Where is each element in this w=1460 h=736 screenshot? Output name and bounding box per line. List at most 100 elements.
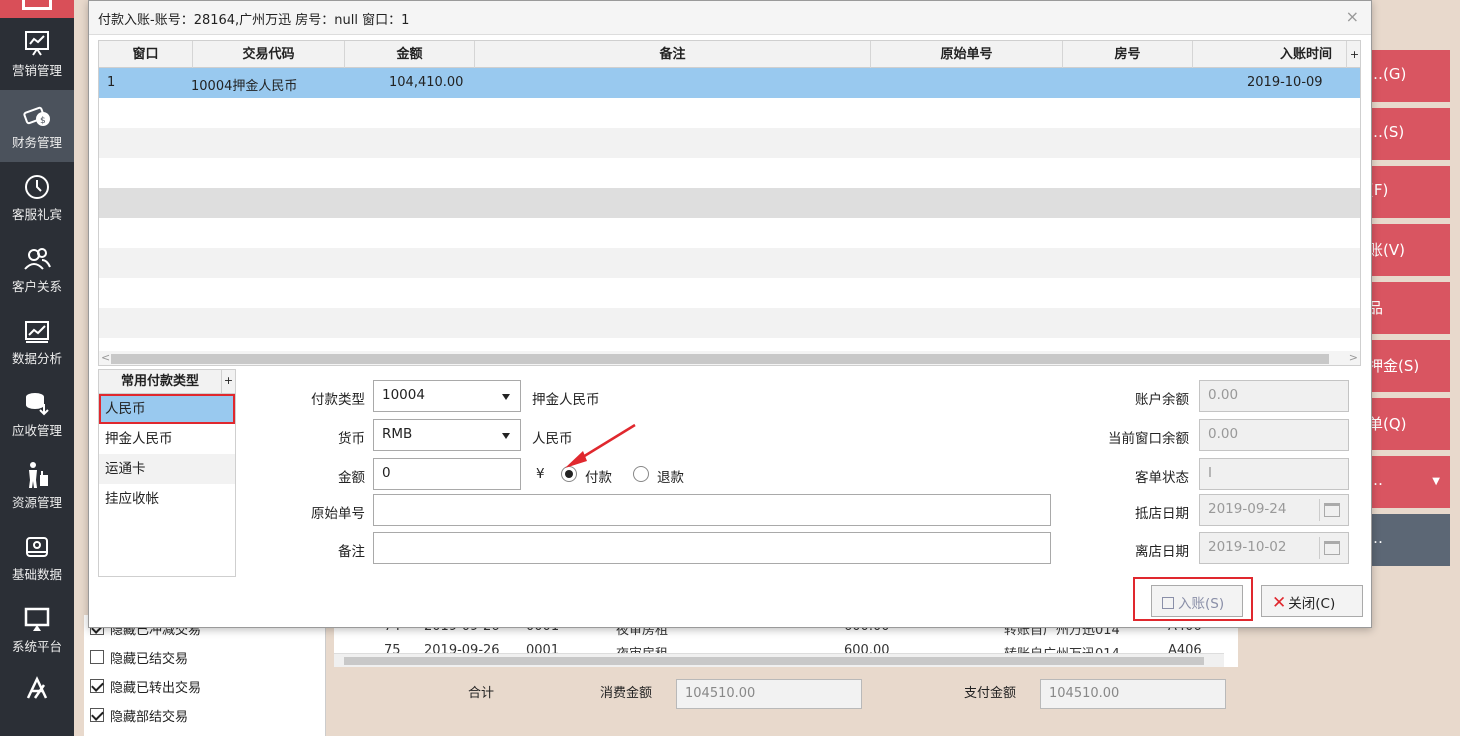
table-row[interactable]: 1 10004押金人民币 104,410.00 2019-10-09	[99, 68, 1360, 98]
sidebar-item-label: 客服礼宾	[11, 207, 62, 222]
close-icon: ✕	[1272, 593, 1287, 613]
empty-row	[99, 278, 1360, 308]
amount-input[interactable]: 0	[373, 458, 521, 490]
payment-type-deposit-rmb[interactable]: 押金人民币	[99, 424, 235, 454]
empty-row	[99, 248, 1360, 278]
col-window[interactable]: 窗口	[99, 41, 193, 68]
col-amount[interactable]: 金额	[345, 41, 475, 68]
checkbox-label: 隐藏已结交易	[110, 651, 189, 667]
right-action-button-8[interactable]: … ▼	[1366, 456, 1450, 508]
brand-mark-icon	[26, 676, 48, 699]
add-icon[interactable]: +	[221, 370, 235, 393]
orig-no-input[interactable]	[373, 494, 1051, 526]
checkbox[interactable]	[90, 708, 104, 722]
line-chart-icon	[25, 321, 49, 343]
payment-type-receivable[interactable]: 挂应收帐	[99, 484, 235, 514]
dialog-title: 付款入账-账号：28164,广州万迅 房号：null 窗口：1	[98, 13, 410, 28]
users-icon	[24, 248, 51, 270]
highlight-box	[1133, 577, 1253, 621]
scroll-right-icon[interactable]: >	[1349, 351, 1358, 364]
radio-refund-label[interactable]: 退款	[657, 466, 684, 486]
right-action-button-6[interactable]: 押金(S)	[1366, 340, 1450, 392]
close-icon[interactable]: ×	[1346, 7, 1359, 26]
sidebar-item-finance[interactable]: $ 财务管理	[0, 90, 74, 162]
filter-hide-settled[interactable]: 隐藏已结交易	[90, 646, 188, 668]
chevron-down-icon	[502, 433, 510, 439]
right-action-button-5[interactable]: 品	[1366, 282, 1450, 334]
select-value: 10004	[382, 387, 425, 403]
add-column-icon[interactable]: +	[1347, 41, 1360, 68]
payment-type-amex[interactable]: 运通卡	[99, 454, 235, 484]
right-action-button-7[interactable]: 单(Q)	[1366, 398, 1450, 450]
table-hscrollbar[interactable]	[334, 653, 1224, 667]
right-action-button-4[interactable]: 账(V)	[1366, 224, 1450, 276]
sidebar-logo[interactable]	[0, 0, 74, 18]
col-note[interactable]: 备注	[475, 41, 871, 68]
sidebar-item-analytics[interactable]: 数据分析	[0, 306, 74, 378]
depart-date-field: 2019-10-02	[1199, 532, 1349, 564]
arrive-date-field: 2019-09-24	[1199, 494, 1349, 526]
checkbox[interactable]	[90, 650, 104, 664]
sidebar-item-label: 应收管理	[11, 423, 62, 438]
sidebar-item-resources[interactable]: 资源管理	[0, 450, 74, 522]
right-action-button-2[interactable]: …(S)	[1366, 108, 1450, 160]
sidebar-item-label: 数据分析	[11, 351, 62, 366]
currency-symbol: ¥	[536, 466, 545, 482]
clock-icon	[25, 175, 49, 199]
scroll-thumb[interactable]	[111, 354, 1329, 364]
button-label: 关闭(C)	[1288, 596, 1336, 612]
status-label: 客单状态	[1135, 470, 1189, 486]
col-room[interactable]: 房号	[1063, 41, 1193, 68]
pay-type-select[interactable]: 10004	[373, 380, 521, 412]
date-value: 2019-10-02	[1208, 539, 1287, 555]
close-button[interactable]: ✕ 关闭(C)	[1261, 585, 1363, 617]
sidebar-item-system[interactable]: 系统平台	[0, 594, 74, 666]
dialog-titlebar[interactable]: 付款入账-账号：28164,广州万迅 房号：null 窗口：1 ×	[89, 1, 1371, 35]
money-bag-icon: $	[23, 106, 50, 126]
consume-label: 消费金额	[600, 686, 653, 701]
right-action-button-3[interactable]: (F)	[1366, 166, 1450, 218]
select-value: RMB	[382, 426, 413, 442]
col-orig-no[interactable]: 原始单号	[871, 41, 1063, 68]
payment-type-list: 常用付款类型 + 人民币 押金人民币 运通卡 挂应收帐	[98, 369, 236, 577]
col-code[interactable]: 交易代码	[193, 41, 345, 68]
window-balance-field: 0.00	[1199, 419, 1349, 451]
calendar-icon	[1324, 541, 1340, 555]
sidebar-item-crm[interactable]: 客户关系	[0, 234, 74, 306]
filter-hide-partial[interactable]: 隐藏部结交易	[90, 704, 188, 726]
pay-type-label: 付款类型	[311, 392, 365, 408]
window-balance-label: 当前窗口余额	[1108, 431, 1189, 447]
currency-select[interactable]: RMB	[373, 419, 521, 451]
logo-icon	[22, 0, 52, 10]
payment-posting-dialog: 付款入账-账号：28164,广州万迅 房号：null 窗口：1 × 窗口 交易代…	[88, 0, 1372, 628]
sidebar-item-marketing[interactable]: 营销管理	[0, 18, 74, 90]
cell-code: 10004押金人民币	[191, 79, 298, 94]
sidebar-item-extra[interactable]	[0, 664, 74, 736]
checkbox[interactable]	[90, 679, 104, 693]
monitor-icon	[24, 607, 50, 631]
depart-label: 离店日期	[1135, 544, 1189, 560]
sidebar-item-concierge[interactable]: 客服礼宾	[0, 162, 74, 234]
pay-type-desc: 押金人民币	[532, 392, 600, 408]
person-luggage-icon	[29, 462, 48, 488]
scroll-left-icon[interactable]: <	[101, 351, 110, 364]
empty-row	[99, 158, 1360, 188]
sidebar-item-receivables[interactable]: 应收管理	[0, 378, 74, 450]
scroll-thumb[interactable]	[344, 657, 1204, 665]
cell-amount: 104,410.00	[389, 75, 464, 90]
col-time[interactable]: 入账时间	[1193, 41, 1347, 68]
sidebar: 营销管理 $ 财务管理 客服礼宾 客户关系 数据分析 应收管理 资源管理 基础数…	[0, 0, 74, 736]
sum-label: 合计	[468, 686, 495, 701]
remark-input[interactable]	[373, 532, 1051, 564]
grid-hscrollbar[interactable]: < >	[99, 351, 1360, 365]
empty-row	[99, 128, 1360, 158]
grid-header: 窗口 交易代码 金额 备注 原始单号 房号 入账时间 +	[99, 41, 1360, 68]
payment-type-rmb[interactable]: 人民币	[99, 394, 235, 424]
chart-board-icon	[25, 31, 49, 56]
right-action-button-9[interactable]: …	[1366, 514, 1450, 566]
filter-hide-transferred[interactable]: 隐藏已转出交易	[90, 675, 201, 697]
sidebar-item-label: 财务管理	[11, 135, 62, 150]
currency-label: 货币	[338, 431, 365, 447]
sidebar-item-basedata[interactable]: 基础数据	[0, 522, 74, 594]
right-action-button-1[interactable]: …(G)	[1366, 50, 1450, 102]
